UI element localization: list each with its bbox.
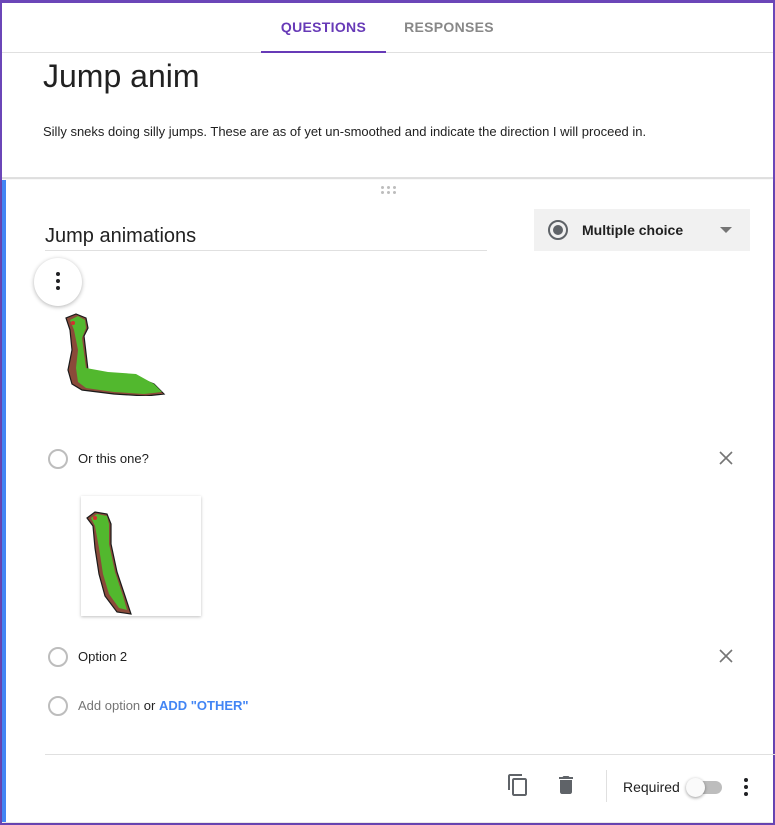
option-radio: [48, 449, 68, 469]
question-card[interactable]: Jump animations Multiple choice Or this …: [2, 180, 775, 822]
footer-divider: [45, 754, 775, 755]
question-type-dropdown[interactable]: Multiple choice: [534, 209, 750, 251]
required-label: Required: [623, 779, 680, 795]
delete-icon[interactable]: [554, 773, 578, 797]
question-image-snake[interactable]: [56, 310, 168, 396]
tab-questions[interactable]: QUESTIONS: [261, 3, 386, 53]
more-vert-icon[interactable]: [744, 778, 748, 799]
add-other-button[interactable]: ADD "OTHER": [159, 698, 249, 713]
tab-bar: QUESTIONS RESPONSES: [2, 3, 773, 53]
tab-responses[interactable]: RESPONSES: [390, 3, 508, 53]
option-image[interactable]: [81, 496, 201, 616]
drag-handle-icon[interactable]: [381, 186, 401, 196]
form-editor: QUESTIONS RESPONSES Jump anim Silly snek…: [0, 0, 775, 825]
duplicate-icon[interactable]: [506, 773, 530, 797]
or-text: or: [143, 698, 156, 713]
form-title[interactable]: Jump anim: [43, 58, 200, 95]
image-options-button[interactable]: [34, 258, 82, 306]
option-label[interactable]: Or this one?: [78, 451, 149, 466]
remove-option-icon[interactable]: [718, 648, 734, 664]
radio-checked-icon: [548, 220, 568, 240]
add-option-line: Add option or ADD "OTHER": [78, 698, 249, 713]
remove-option-icon[interactable]: [718, 450, 734, 466]
option-radio: [48, 696, 68, 716]
chevron-down-icon: [720, 227, 732, 233]
option-image-snake: [86, 511, 132, 615]
question-title-input[interactable]: Jump animations: [45, 223, 487, 251]
toggle-knob: [686, 778, 705, 797]
form-description[interactable]: Silly sneks doing silly jumps. These are…: [43, 124, 646, 139]
required-toggle[interactable]: [686, 778, 722, 797]
more-vert-icon: [56, 272, 60, 293]
add-option-button[interactable]: Add option: [78, 698, 140, 713]
option-label[interactable]: Option 2: [78, 649, 127, 664]
divider: [2, 177, 773, 179]
question-type-label: Multiple choice: [582, 222, 684, 238]
footer-separator: [606, 770, 607, 802]
option-radio: [48, 647, 68, 667]
